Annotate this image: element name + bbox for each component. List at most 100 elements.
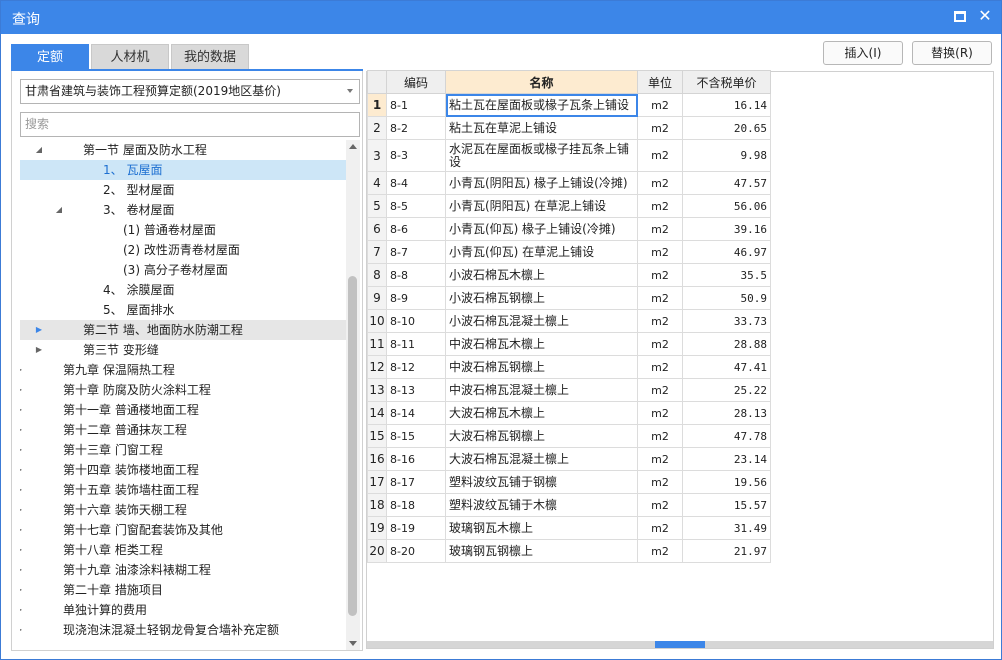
tree-node[interactable]: ▶ 第十八章 柜类工程 — [20, 540, 346, 560]
unit-cell[interactable]: m2 — [637, 447, 683, 471]
code-cell[interactable]: 8-11 — [386, 332, 446, 356]
price-cell[interactable]: 35.5 — [682, 263, 771, 287]
name-cell[interactable]: 小青瓦(仰瓦) 椽子上铺设(冷摊) — [445, 217, 638, 241]
replace-button[interactable]: 替换(R) — [912, 41, 992, 65]
price-cell[interactable]: 15.57 — [682, 493, 771, 517]
code-cell[interactable]: 8-14 — [386, 401, 446, 425]
unit-cell[interactable]: m2 — [637, 240, 683, 264]
code-cell[interactable]: 8-9 — [386, 286, 446, 310]
name-cell[interactable]: 小青瓦(仰瓦) 在草泥上铺设 — [445, 240, 638, 264]
table-horizontal-scrollbar[interactable] — [367, 641, 993, 648]
row-number[interactable]: 2 — [367, 116, 387, 140]
table-row[interactable]: 3 8-3 水泥瓦在屋面板或椽子挂瓦条上铺设 m2 9.98 — [367, 139, 771, 172]
row-number[interactable]: 3 — [367, 139, 387, 172]
scroll-up-icon[interactable] — [349, 144, 357, 149]
code-cell[interactable]: 8-6 — [386, 217, 446, 241]
tree-expanded-icon[interactable]: ◢ — [54, 200, 64, 220]
tree-node[interactable]: ▶ 第十六章 装饰天棚工程 — [20, 500, 346, 520]
tree-node[interactable]: ▶ 单独计算的费用 — [20, 600, 346, 620]
price-cell[interactable]: 9.98 — [682, 139, 771, 172]
row-number[interactable]: 18 — [367, 493, 387, 517]
tree-collapsed-icon[interactable]: ▶ — [20, 460, 24, 480]
price-cell[interactable]: 47.78 — [682, 424, 771, 448]
code-cell[interactable]: 8-7 — [386, 240, 446, 264]
tree-node[interactable]: (1) 普通卷材屋面 — [20, 220, 346, 240]
unit-cell[interactable]: m2 — [637, 93, 683, 117]
tree-node[interactable]: ▶ 第十五章 装饰墙柱面工程 — [20, 480, 346, 500]
code-cell[interactable]: 8-1 — [386, 93, 446, 117]
price-cell[interactable]: 28.88 — [682, 332, 771, 356]
price-cell[interactable]: 39.16 — [682, 217, 771, 241]
row-number[interactable]: 19 — [367, 516, 387, 540]
scroll-thumb[interactable] — [348, 276, 357, 616]
tree-node[interactable]: (2) 改性沥青卷材屋面 — [20, 240, 346, 260]
code-cell[interactable]: 8-17 — [386, 470, 446, 494]
row-number[interactable]: 7 — [367, 240, 387, 264]
unit-cell[interactable]: m2 — [637, 470, 683, 494]
tree-collapsed-icon[interactable]: ▶ — [20, 520, 24, 540]
tree-collapsed-icon[interactable]: ▶ — [20, 380, 24, 400]
tree-collapsed-icon[interactable]: ▶ — [20, 420, 24, 440]
unit-cell[interactable]: m2 — [637, 194, 683, 218]
tree-collapsed-icon[interactable]: ▶ — [20, 440, 24, 460]
tree-collapsed-icon[interactable]: ▶ — [20, 620, 24, 640]
table-row[interactable]: 6 8-6 小青瓦(仰瓦) 椽子上铺设(冷摊) m2 39.16 — [367, 217, 771, 241]
search-input[interactable]: 搜索 — [20, 112, 360, 137]
maximize-icon[interactable] — [954, 11, 966, 22]
table-row[interactable]: 4 8-4 小青瓦(阴阳瓦) 椽子上铺设(冷摊) m2 47.57 — [367, 171, 771, 195]
tree-node[interactable]: ▶ 第十二章 普通抹灰工程 — [20, 420, 346, 440]
unit-cell[interactable]: m2 — [637, 424, 683, 448]
name-cell[interactable]: 粘土瓦在草泥上铺设 — [445, 116, 638, 140]
price-cell[interactable]: 50.9 — [682, 286, 771, 310]
name-cell[interactable]: 大波石棉瓦钢檩上 — [445, 424, 638, 448]
tree-collapsed-icon[interactable]: ▶ — [34, 340, 44, 360]
name-cell[interactable]: 小青瓦(阴阳瓦) 在草泥上铺设 — [445, 194, 638, 218]
code-cell[interactable]: 8-5 — [386, 194, 446, 218]
table-row[interactable]: 7 8-7 小青瓦(仰瓦) 在草泥上铺设 m2 46.97 — [367, 240, 771, 264]
tree-collapsed-icon[interactable]: ▶ — [20, 560, 24, 580]
price-cell[interactable]: 25.22 — [682, 378, 771, 402]
tree-node[interactable]: ▶ 第十章 防腐及防火涂料工程 — [20, 380, 346, 400]
tree-node[interactable]: 4、 涂膜屋面 — [20, 280, 346, 300]
table-row[interactable]: 19 8-19 玻璃钢瓦木檩上 m2 31.49 — [367, 516, 771, 540]
name-cell[interactable]: 中波石棉瓦混凝土檩上 — [445, 378, 638, 402]
row-number[interactable]: 6 — [367, 217, 387, 241]
tree-node[interactable]: ▶ 第十三章 门窗工程 — [20, 440, 346, 460]
row-number[interactable]: 14 — [367, 401, 387, 425]
tab-my-data[interactable]: 我的数据 — [171, 44, 249, 70]
price-cell[interactable]: 28.13 — [682, 401, 771, 425]
unit-cell[interactable]: m2 — [637, 139, 683, 172]
tree-node[interactable]: ◢ 3、 卷材屋面 — [20, 200, 346, 220]
unit-cell[interactable]: m2 — [637, 539, 683, 563]
column-header-name[interactable]: 名称 — [445, 70, 638, 94]
name-cell[interactable]: 大波石棉瓦混凝土檩上 — [445, 447, 638, 471]
chapter-tree[interactable]: ◢ 第一节 屋面及防水工程 1、 瓦屋面 2、 型材屋面 ◢ 3、 卷材屋面 (1) 普通卷… — [20, 140, 346, 650]
name-cell[interactable]: 小波石棉瓦钢檩上 — [445, 286, 638, 310]
name-cell[interactable]: 中波石棉瓦木檩上 — [445, 332, 638, 356]
close-icon[interactable]: ✕ — [976, 6, 994, 26]
unit-cell[interactable]: m2 — [637, 355, 683, 379]
tree-expanded-icon[interactable]: ◢ — [34, 140, 44, 160]
table-row[interactable]: 18 8-18 塑料波纹瓦铺于木檩 m2 15.57 — [367, 493, 771, 517]
code-cell[interactable]: 8-4 — [386, 171, 446, 195]
tree-scrollbar[interactable] — [346, 140, 360, 650]
unit-cell[interactable]: m2 — [637, 171, 683, 195]
insert-button[interactable]: 插入(I) — [823, 41, 903, 65]
tree-collapsed-icon[interactable]: ▶ — [20, 500, 24, 520]
table-row[interactable]: 13 8-13 中波石棉瓦混凝土檩上 m2 25.22 — [367, 378, 771, 402]
tree-collapsed-icon[interactable]: ▶ — [20, 480, 24, 500]
tree-node[interactable]: ▶ 第九章 保温隔热工程 — [20, 360, 346, 380]
row-number[interactable]: 17 — [367, 470, 387, 494]
code-cell[interactable]: 8-12 — [386, 355, 446, 379]
row-number[interactable]: 13 — [367, 378, 387, 402]
price-cell[interactable]: 20.65 — [682, 116, 771, 140]
row-number[interactable]: 10 — [367, 309, 387, 333]
title-bar[interactable]: 查询 ✕ — [1, 1, 1001, 34]
name-cell[interactable]: 塑料波纹瓦铺于钢檩 — [445, 470, 638, 494]
tree-node[interactable]: ▶ 第十七章 门窗配套装饰及其他 — [20, 520, 346, 540]
tree-node[interactable]: ▶ 第十一章 普通楼地面工程 — [20, 400, 346, 420]
price-cell[interactable]: 19.56 — [682, 470, 771, 494]
code-cell[interactable]: 8-15 — [386, 424, 446, 448]
tree-node[interactable]: ▶ 第二节 墙、地面防水防潮工程 — [20, 320, 346, 340]
table-row[interactable]: 9 8-9 小波石棉瓦钢檩上 m2 50.9 — [367, 286, 771, 310]
